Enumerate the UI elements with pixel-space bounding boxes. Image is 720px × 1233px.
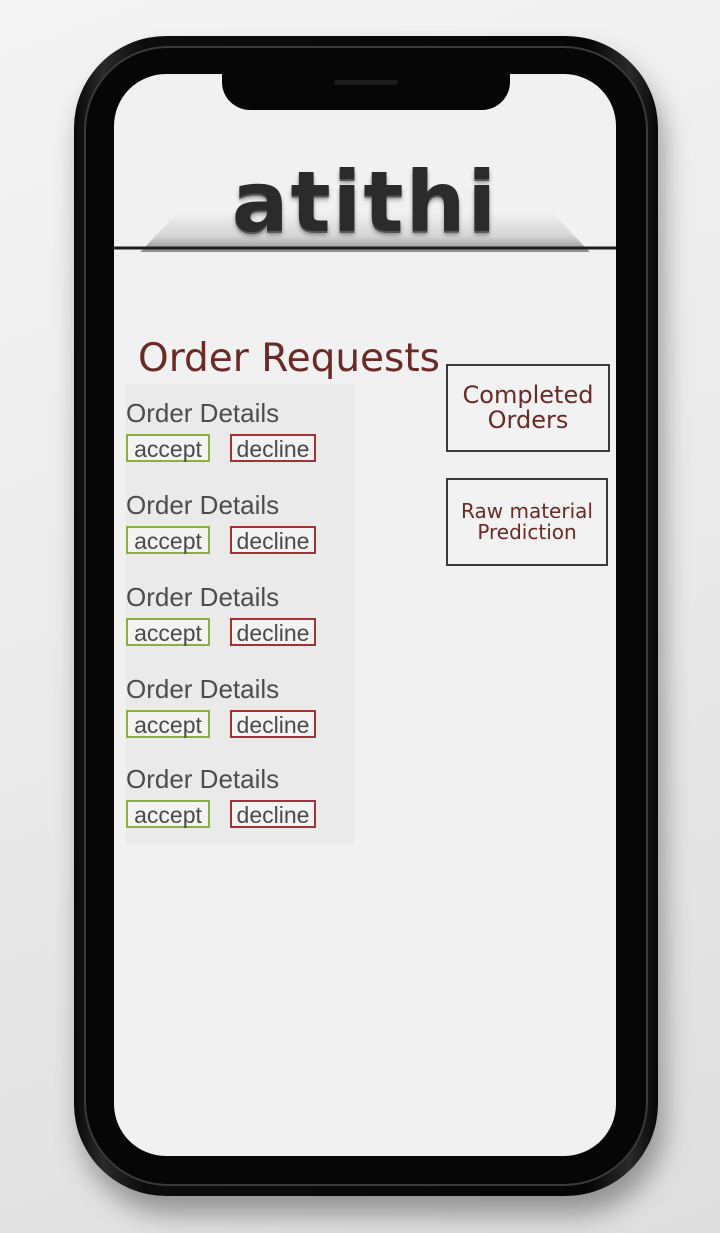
- decline-button[interactable]: decline: [230, 618, 316, 646]
- raw-material-prediction-button[interactable]: Raw material Prediction: [446, 478, 608, 566]
- completed-orders-button[interactable]: Completed Orders: [446, 364, 610, 452]
- order-details-label[interactable]: Order Details: [126, 674, 356, 705]
- accept-button[interactable]: accept: [126, 618, 210, 646]
- speaker-grille: [334, 80, 398, 85]
- decline-button[interactable]: decline: [230, 526, 316, 554]
- page-title: Order Requests: [138, 336, 440, 381]
- order-details-label[interactable]: Order Details: [126, 398, 356, 429]
- order-item: Order Details accept decline: [126, 764, 356, 828]
- order-details-label[interactable]: Order Details: [126, 490, 356, 521]
- decline-button[interactable]: decline: [230, 710, 316, 738]
- decline-button[interactable]: decline: [230, 434, 316, 462]
- phone-frame: atithi Order Requests Order Details acce…: [74, 36, 658, 1196]
- order-item: Order Details accept decline: [126, 398, 356, 462]
- raw-material-prediction-label: Raw material Prediction: [461, 499, 593, 544]
- accept-button[interactable]: accept: [126, 434, 210, 462]
- order-item: Order Details accept decline: [126, 582, 356, 646]
- app-logo: atithi: [231, 153, 499, 251]
- phone-notch: [222, 74, 510, 110]
- order-details-label[interactable]: Order Details: [126, 764, 356, 795]
- phone-screen: atithi Order Requests Order Details acce…: [114, 74, 616, 1156]
- order-list: Order Details accept decline Order Detai…: [126, 384, 354, 844]
- accept-button[interactable]: accept: [126, 800, 210, 828]
- decline-button[interactable]: decline: [230, 800, 316, 828]
- accept-button[interactable]: accept: [126, 526, 210, 554]
- order-details-label[interactable]: Order Details: [126, 582, 356, 613]
- order-item: Order Details accept decline: [126, 674, 356, 738]
- order-item: Order Details accept decline: [126, 490, 356, 554]
- accept-button[interactable]: accept: [126, 710, 210, 738]
- completed-orders-label: Completed Orders: [462, 380, 594, 434]
